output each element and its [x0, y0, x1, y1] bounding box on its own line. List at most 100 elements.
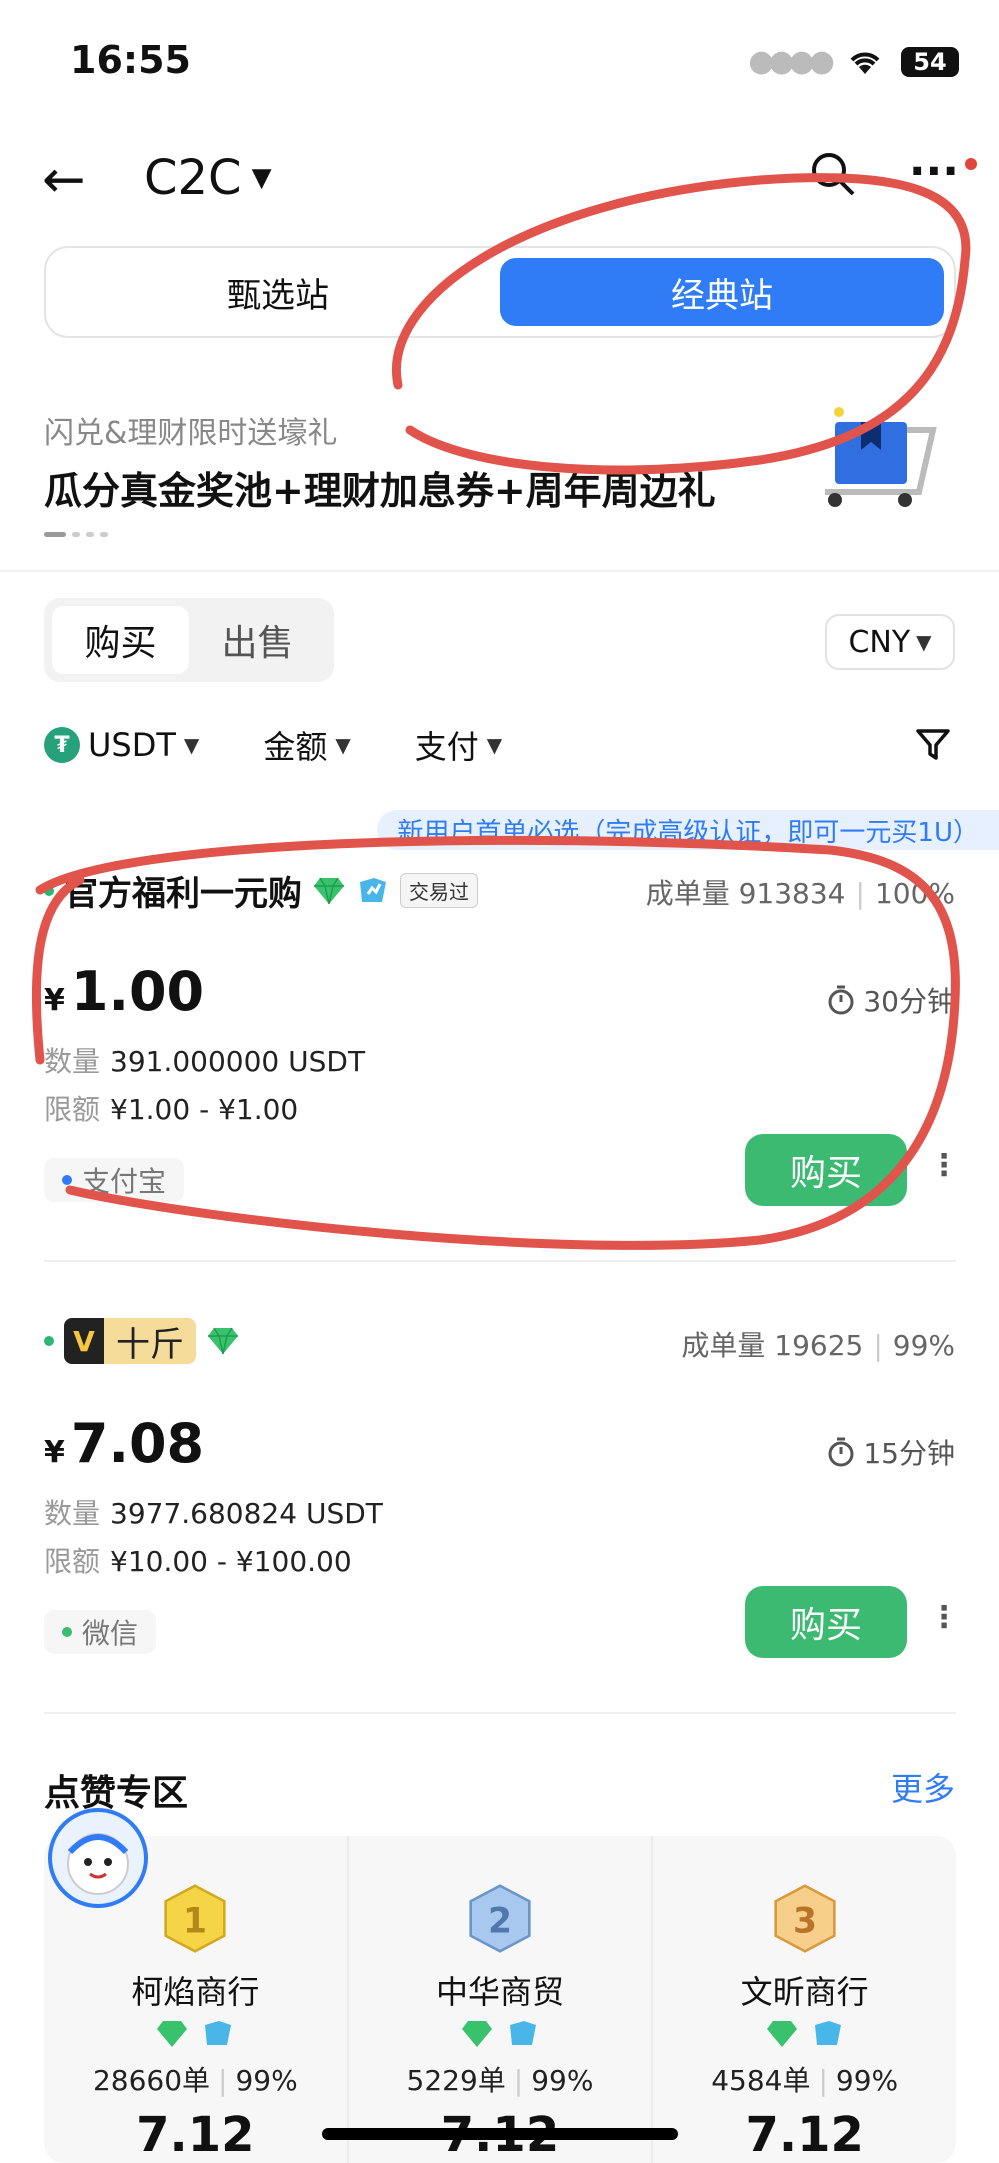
orders-count: 913834 — [738, 877, 846, 910]
quantity-value: 391.000000 USDT — [110, 1045, 366, 1078]
signal-icon: ●●●● — [748, 44, 835, 79]
nav-title: C2C — [144, 150, 242, 206]
merchant-stats: 4584单 | 99% — [711, 2064, 899, 2097]
tab-select-station[interactable]: 甄选站 — [56, 258, 500, 326]
payment-filter-label: 支付 — [414, 728, 479, 766]
ad-1-limit: 限额 ¥1.00 - ¥1.00 — [44, 1088, 298, 1128]
verified-badge-icon — [814, 2021, 841, 2045]
vip-letter: V — [64, 1318, 104, 1364]
diamond-icon — [314, 877, 344, 904]
merchant-rate: 99% — [835, 2064, 899, 2097]
merchant-stats: 5229单 | 99% — [406, 2064, 594, 2097]
trade-side-switch: 购买 出售 — [44, 598, 334, 682]
completion-rate: 99% — [892, 1329, 955, 1362]
orders-label: 成单量 — [681, 1329, 766, 1362]
more-options-icon[interactable]: ··· — [909, 146, 959, 197]
payment-dot — [62, 1627, 72, 1637]
caret-down-icon: ▼ — [183, 733, 200, 757]
tab-sell[interactable]: 出售 — [189, 606, 326, 674]
buy-button[interactable]: 购买 — [745, 1134, 907, 1206]
vip-badge: V 十斤 — [64, 1318, 196, 1364]
merchant-rate: 99% — [235, 2064, 298, 2097]
more-link[interactable]: 更多 — [891, 1764, 955, 1810]
ad-2-quantity: 数量 3977.680824 USDT — [44, 1492, 383, 1532]
tab-buy[interactable]: 购买 — [52, 606, 189, 674]
back-arrow-icon[interactable]: ← — [42, 150, 86, 210]
merchant-orders: 5229单 — [406, 2064, 506, 2097]
online-dot — [44, 1336, 54, 1346]
advertiser-name: 十斤 — [116, 1324, 184, 1365]
currency-symbol: ¥ — [44, 1435, 65, 1470]
tab-classic-station[interactable]: 经典站 — [500, 258, 944, 326]
advertiser-name: 官方福利一元购 — [64, 874, 302, 914]
advertiser-2[interactable]: V 十斤 — [44, 1318, 240, 1364]
carousel-indicator — [44, 532, 108, 537]
svg-text:2: 2 — [488, 1901, 512, 1941]
list-divider — [44, 1712, 956, 1714]
payment-method-tag: 支付宝 — [44, 1158, 185, 1202]
verified-badge-icon — [360, 877, 386, 902]
caret-down-icon: ▼ — [335, 733, 351, 757]
currency-select[interactable]: CNY ▼ — [825, 614, 955, 670]
merchant-name: 文昕商行 — [740, 1973, 869, 2011]
ad-1-price: ¥ 1.00 — [44, 960, 204, 1023]
ranking-panel: 1 柯焰商行 28660单 | 99% 7.12 2 中华商贸 5229单 | 99% … — [44, 1836, 956, 2163]
promo-subtitle: 闪兑&理财限时送壕礼 — [44, 416, 338, 451]
ad-1-time-limit: 30分钟 — [827, 980, 955, 1020]
battery-icon: 54 — [901, 46, 959, 77]
advertiser-1[interactable]: 官方福利一元购 交易过 — [44, 866, 478, 915]
notification-dot — [965, 158, 977, 170]
merchant-price: 7.12 — [745, 2107, 864, 2163]
wifi-icon — [850, 52, 880, 74]
rank-2-medal-icon: 2 — [469, 1884, 531, 1953]
new-user-banner[interactable]: 新用户首单必选（完成高级认证，即可一元买1U） — [377, 810, 999, 850]
search-icon[interactable] — [809, 150, 857, 198]
diamond-icon — [208, 1327, 238, 1355]
merchant-badges — [155, 2019, 235, 2049]
payment-method: 微信 — [82, 1617, 139, 1650]
merchant-badges — [765, 2019, 845, 2049]
floating-avatar[interactable] — [48, 1808, 148, 1908]
ad-2-time-limit: 15分钟 — [827, 1432, 955, 1472]
timer-icon — [828, 985, 854, 1015]
rank-1-medal-icon: 1 — [164, 1884, 226, 1953]
traded-tag: 交易过 — [400, 873, 478, 908]
ad-2-limit: 限额 ¥10.00 - ¥100.00 — [44, 1540, 352, 1580]
merchant-orders: 4584单 — [711, 2064, 811, 2097]
svg-text:3: 3 — [793, 1901, 817, 1941]
buy-button[interactable]: 购买 — [745, 1586, 907, 1658]
coin-filter-label: USDT — [88, 726, 176, 764]
rank-card-3[interactable]: 3 文昕商行 4584单 | 99% 7.12 — [651, 1836, 956, 2163]
ad-1-quantity: 数量 391.000000 USDT — [44, 1040, 365, 1080]
caret-down-icon: ▼ — [916, 630, 932, 654]
filter-funnel-icon[interactable] — [915, 728, 951, 762]
timer-icon — [828, 1437, 854, 1467]
amount-filter[interactable]: 金额 ▼ — [263, 722, 350, 768]
rank-3-medal-icon: 3 — [774, 1884, 836, 1953]
avatar-face-icon — [67, 1833, 129, 1895]
svg-text:1: 1 — [183, 1901, 207, 1941]
status-icons: ●●●● 54 — [748, 44, 959, 79]
verified-badge-icon — [510, 2021, 536, 2045]
amount-filter-label: 金额 — [263, 728, 328, 766]
completion-rate: 100% — [874, 877, 955, 910]
section-title: 点赞专区 — [44, 1773, 189, 1814]
diamond-icon — [157, 2021, 188, 2047]
verified-badge-icon — [205, 2021, 232, 2045]
currency-label: CNY — [848, 624, 911, 660]
ad-2-price: ¥ 7.08 — [44, 1412, 204, 1475]
rank-card-2[interactable]: 2 中华商贸 5229单|99% 7.12 — [346, 1836, 652, 2163]
more-vertical-icon[interactable]: ⋮ — [929, 1148, 959, 1183]
quantity-value: 3977.680824 USDT — [110, 1497, 383, 1530]
promo-title[interactable]: 瓜分真金奖池+理财加息券+周年周边礼 — [44, 460, 716, 515]
coin-filter[interactable]: ₮ USDT ▼ — [44, 726, 199, 764]
nav-title-dropdown[interactable]: C2C ▼ — [144, 150, 272, 206]
payment-filter[interactable]: 支付 ▼ — [415, 722, 502, 768]
caret-down-icon: ▼ — [251, 163, 272, 193]
cart-icon — [825, 407, 937, 507]
section-divider — [0, 570, 999, 572]
price-value: 7.08 — [70, 1412, 205, 1475]
more-vertical-icon[interactable]: ⋮ — [929, 1600, 959, 1635]
filter-row: ₮ USDT ▼ 金额 ▼ 支付 ▼ — [44, 722, 502, 768]
usdt-icon: ₮ — [44, 727, 80, 763]
